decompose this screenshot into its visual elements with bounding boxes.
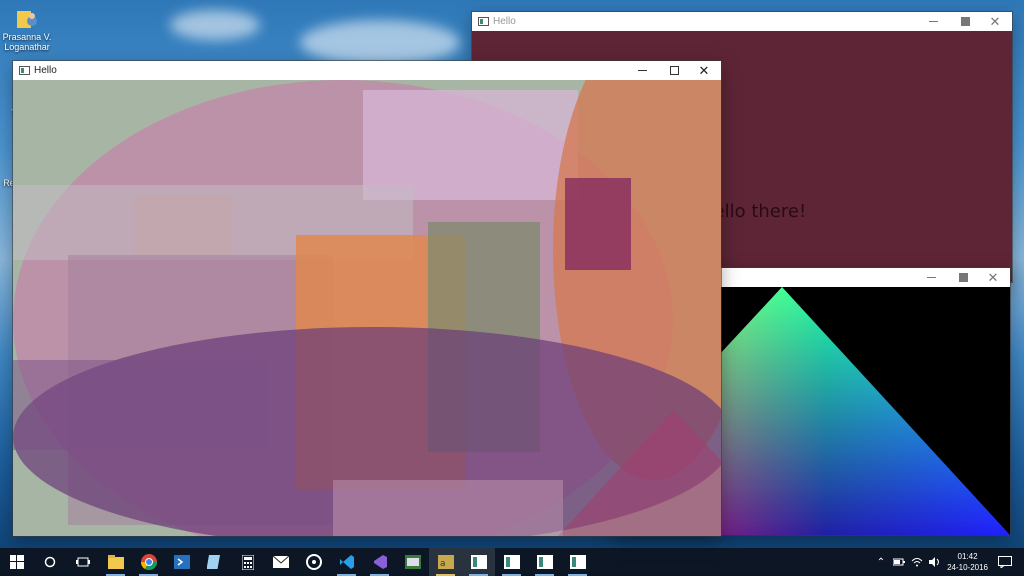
shapes-canvas (13, 80, 721, 536)
folder-icon (15, 6, 39, 30)
wifi-icon[interactable] (911, 557, 923, 567)
calculator-icon (241, 554, 254, 570)
taskbar-mail[interactable] (264, 548, 297, 576)
minimize-button[interactable] (918, 12, 948, 31)
terminal-icon (404, 555, 421, 569)
visual-studio-icon (373, 555, 387, 569)
powershell-icon (173, 555, 190, 569)
window-title: Hello (34, 65, 57, 76)
clock[interactable]: 01:42 24-10-2016 (947, 551, 988, 573)
taskbar-file-explorer[interactable] (99, 548, 132, 576)
folder-icon (107, 555, 124, 569)
taskbar-visual-studio[interactable] (363, 548, 396, 576)
maximize-button[interactable] (950, 12, 980, 31)
cloud-decor (170, 10, 260, 40)
cortana-circle-icon (44, 556, 55, 568)
taskbar-hello-window-2[interactable] (495, 548, 528, 576)
taskbar-hello-window-1[interactable] (462, 548, 495, 576)
start-button[interactable] (0, 548, 33, 576)
music-disc-icon (305, 554, 322, 570)
taskbar-calculator[interactable] (231, 548, 264, 576)
windows-logo-icon (9, 555, 24, 569)
translucent-shapes (13, 80, 721, 536)
taskbar-hello-window-3[interactable] (528, 548, 561, 576)
notifications-icon[interactable] (998, 556, 1012, 568)
hello-shapes-window[interactable]: Hello ✕ (13, 61, 721, 536)
task-view-icon (75, 557, 90, 567)
taskbar-notepad[interactable] (198, 548, 231, 576)
desktop-icon-user-folder[interactable]: Prasanna V. Loganathar (2, 6, 52, 52)
window-app-icon (470, 555, 487, 569)
mail-icon (272, 556, 289, 568)
battery-icon[interactable] (893, 557, 906, 567)
app-icon: a (437, 555, 454, 569)
window-app-icon (503, 555, 520, 569)
close-button[interactable]: ✕ (980, 12, 1010, 31)
window-title: Hello (493, 16, 516, 27)
titlebar[interactable]: Hello ✕ (472, 12, 1012, 31)
search-button[interactable] (33, 548, 66, 576)
task-view-button[interactable] (66, 548, 99, 576)
app-window-icon (478, 17, 489, 26)
minimize-button[interactable] (916, 268, 946, 287)
taskbar: a ⌃ 01:42 24-10-2016 (0, 548, 1024, 576)
taskbar-groove[interactable] (297, 548, 330, 576)
taskbar-hello-window-4[interactable] (561, 548, 594, 576)
system-tray: ⌃ 01:42 24-10-2016 (877, 548, 1024, 576)
chevron-up-icon[interactable]: ⌃ (877, 557, 885, 568)
close-button[interactable]: ✕ (689, 61, 719, 80)
clock-date: 24-10-2016 (947, 563, 988, 572)
minimize-button[interactable] (627, 61, 657, 80)
maximize-button[interactable] (659, 61, 689, 80)
taskbar-terminal[interactable] (396, 548, 429, 576)
clock-time: 01:42 (957, 552, 978, 561)
volume-icon[interactable] (929, 557, 941, 567)
taskbar-powershell[interactable] (165, 548, 198, 576)
svg-text:a: a (440, 559, 446, 569)
taskbar-app-alt[interactable]: a (429, 548, 462, 576)
maximize-button[interactable] (948, 268, 978, 287)
taskbar-chrome[interactable] (132, 548, 165, 576)
taskbar-vscode[interactable] (330, 548, 363, 576)
vscode-icon (339, 555, 354, 569)
notepad-icon (206, 555, 220, 569)
cloud-decor (300, 20, 460, 65)
titlebar[interactable]: Hello ✕ (13, 61, 721, 80)
window-app-icon (536, 555, 553, 569)
close-button[interactable]: ✕ (978, 268, 1008, 287)
desktop-icon-label: Prasanna V. Loganathar (2, 32, 52, 52)
chrome-icon (140, 554, 157, 570)
app-window-icon (19, 66, 30, 75)
window-app-icon (569, 555, 586, 569)
